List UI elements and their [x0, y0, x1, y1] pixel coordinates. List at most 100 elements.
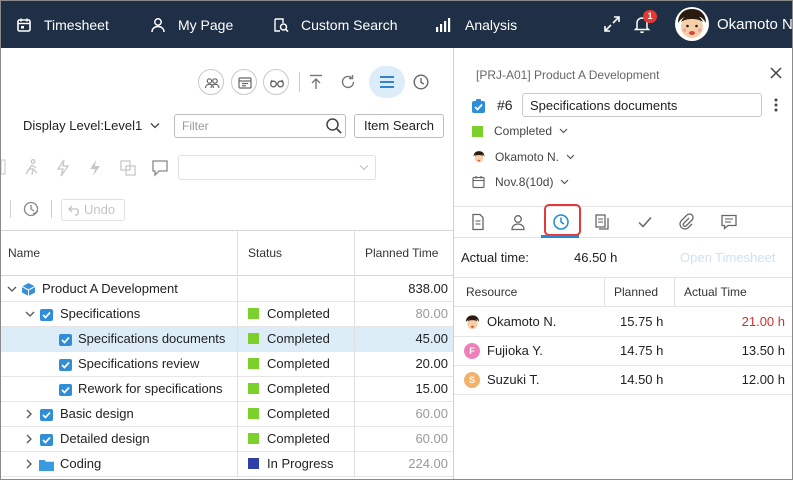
- status-color-swatch: [248, 383, 259, 394]
- task-check-icon: [40, 434, 53, 446]
- document-icon[interactable]: [470, 213, 486, 231]
- user-name[interactable]: Okamoto N: [717, 1, 792, 48]
- chevron-down-icon[interactable]: [7, 285, 17, 293]
- table-row[interactable]: Product A Development 838.00: [1, 277, 453, 302]
- chevron-down-icon[interactable]: [25, 310, 35, 318]
- resource-row[interactable]: Okamoto N. 15.75 h 21.00 h: [454, 308, 792, 337]
- row-planned-time: 80.00: [415, 306, 448, 321]
- nav-custom-search[interactable]: Custom Search: [273, 1, 397, 48]
- column-header-planned[interactable]: Planned: [614, 278, 658, 306]
- resource-row[interactable]: F Fujioka Y. 14.75 h 13.50 h: [454, 337, 792, 366]
- row-name: Rework for specifications: [78, 381, 223, 396]
- bar-chart-icon: [436, 17, 451, 32]
- open-timesheet-link[interactable]: Open Timesheet: [680, 250, 775, 265]
- row-status: Completed: [248, 352, 330, 376]
- table-row[interactable]: Coding In Progress 224.00: [1, 452, 453, 477]
- paperclip-icon[interactable]: [678, 213, 694, 231]
- column-divider: [237, 402, 238, 426]
- checkmark-icon[interactable]: [636, 213, 654, 231]
- nav-timesheet[interactable]: Timesheet: [16, 1, 109, 48]
- table-row[interactable]: Rework for specifications Completed 15.0…: [1, 377, 453, 402]
- clock-view-icon[interactable]: [412, 73, 430, 91]
- table-row[interactable]: Specifications Completed 80.00: [1, 302, 453, 327]
- collapse-top-icon[interactable]: [307, 73, 325, 91]
- column-header-actual-time[interactable]: Actual Time: [684, 278, 747, 306]
- task-name-input[interactable]: [522, 93, 762, 117]
- resource-planned: 14.50 h: [620, 372, 664, 387]
- fullscreen-icon[interactable]: [601, 13, 623, 35]
- table-row[interactable]: Detailed design Completed 60.00: [1, 427, 453, 452]
- nav-analysis[interactable]: Analysis: [435, 1, 517, 48]
- row-status: Completed: [248, 377, 330, 401]
- walker-icon[interactable]: [22, 158, 42, 178]
- column-divider: [237, 327, 238, 351]
- table-row-selected[interactable]: Specifications documents Completed 45.00: [1, 327, 453, 352]
- gantt-left-panel: Display Level:Level1 Item Search Undo Na…: [1, 48, 454, 479]
- project-title[interactable]: [PRJ-A01] Product A Development: [476, 68, 659, 82]
- resource-planned: 14.75 h: [620, 343, 664, 358]
- glasses-button[interactable]: [263, 69, 289, 95]
- resource-row[interactable]: S Suzuki T. 14.50 h 12.00 h: [454, 366, 792, 395]
- column-divider: [354, 231, 355, 275]
- bolt-outline-icon[interactable]: [54, 158, 72, 178]
- view-toggle: [369, 66, 439, 98]
- row-name: Basic design: [60, 406, 134, 421]
- resource-actual: 12.00 h: [741, 372, 785, 387]
- more-options-icon[interactable]: [774, 98, 778, 112]
- chevron-right-icon[interactable]: [25, 409, 33, 419]
- due-date-dropdown[interactable]: Nov.8(10d): [472, 172, 569, 192]
- row-status: Completed: [248, 402, 330, 426]
- history-icon[interactable]: [22, 200, 40, 218]
- chevron-right-icon[interactable]: [25, 459, 33, 469]
- calendar-icon: [17, 18, 31, 32]
- bolt-icon[interactable]: [86, 158, 104, 178]
- refresh-icon[interactable]: [339, 73, 357, 91]
- close-icon[interactable]: [770, 67, 782, 79]
- toolbar-divider: [10, 200, 11, 218]
- person-icon: [151, 17, 165, 32]
- resource-name: Fujioka Y.: [487, 343, 543, 358]
- assignee-dropdown[interactable]: Okamoto N.: [472, 147, 575, 167]
- display-level-dropdown[interactable]: Display Level:Level1: [23, 118, 160, 133]
- table-row[interactable]: Specifications review Completed 20.00: [1, 352, 453, 377]
- column-header-status[interactable]: Status: [248, 231, 282, 275]
- assignee-avatar: [472, 150, 486, 164]
- row-status-label: Completed: [267, 331, 330, 346]
- documents-icon[interactable]: [594, 213, 610, 231]
- column-header-name[interactable]: Name: [8, 231, 40, 275]
- user-avatar[interactable]: [674, 6, 710, 42]
- nav-my-page[interactable]: My Page: [150, 1, 233, 48]
- resource-actual: 13.50 h: [741, 343, 785, 358]
- resource-name: Okamoto N.: [487, 314, 557, 329]
- column-header-planned-time[interactable]: Planned Time: [365, 231, 438, 275]
- chevron-down-icon: [561, 179, 569, 185]
- resource-table-header: Resource Planned Actual Time: [454, 277, 792, 307]
- toolbar-divider: [51, 200, 52, 218]
- column-divider: [354, 427, 355, 451]
- search-icon[interactable]: [325, 117, 343, 135]
- members-button[interactable]: [198, 69, 224, 95]
- project-cube-icon: [21, 283, 36, 296]
- status-color-swatch: [248, 433, 259, 444]
- column-header-resource[interactable]: Resource: [466, 278, 517, 306]
- task-check-icon: [59, 334, 72, 346]
- chevron-right-icon[interactable]: [25, 434, 33, 444]
- row-planned-time: 15.00: [415, 381, 448, 396]
- table-row[interactable]: Basic design Completed 60.00: [1, 402, 453, 427]
- comment-icon[interactable]: [720, 213, 738, 231]
- item-search-button[interactable]: Item Search: [354, 114, 444, 138]
- calendar-grid-icon: [238, 77, 252, 89]
- comment-icon[interactable]: [150, 158, 170, 178]
- undo-button[interactable]: Undo: [61, 199, 125, 221]
- disabled-select[interactable]: [178, 155, 376, 180]
- list-view-button[interactable]: [369, 66, 405, 98]
- resource-avatar: [464, 314, 481, 331]
- nav-custom-search-label: Custom Search: [301, 16, 398, 33]
- status-color-swatch: [248, 358, 259, 369]
- status-dropdown[interactable]: Completed: [472, 121, 568, 141]
- person-icon[interactable]: [510, 213, 526, 231]
- task-check-icon: [40, 409, 53, 421]
- calendar-view-button[interactable]: [231, 69, 257, 95]
- filter-input[interactable]: [174, 114, 346, 138]
- copy-icon[interactable]: [118, 158, 138, 178]
